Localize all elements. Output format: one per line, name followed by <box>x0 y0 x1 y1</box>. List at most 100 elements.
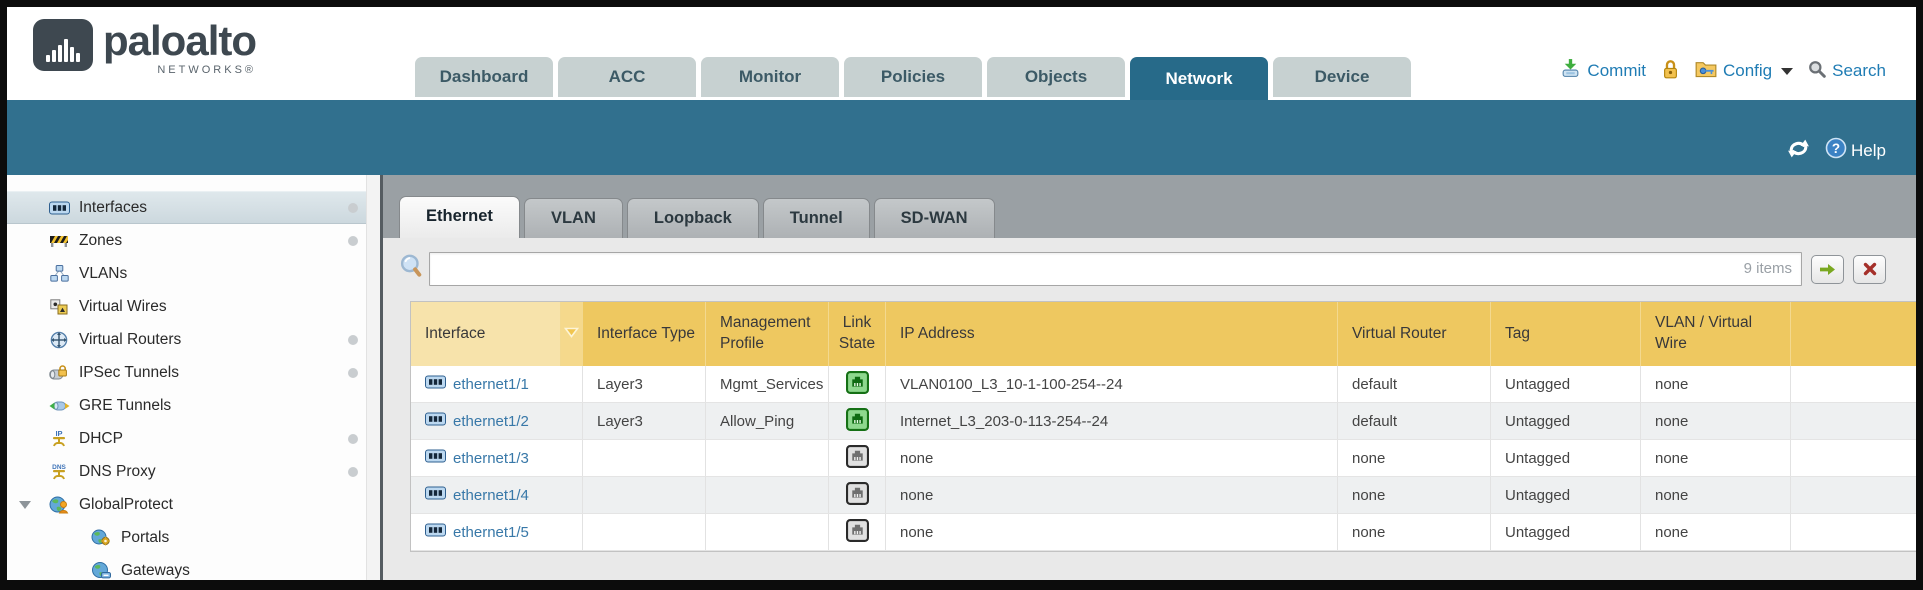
subtab-vlan[interactable]: VLAN <box>524 198 623 238</box>
app-window: paloalto NETWORKS® DashboardACCMonitorPo… <box>0 0 1923 590</box>
tab-policies[interactable]: Policies <box>844 57 982 97</box>
sidebar-item-globalprotect[interactable]: GlobalProtect <box>7 488 380 521</box>
link-up-icon[interactable] <box>846 371 869 398</box>
expander-triangle-icon[interactable] <box>19 501 31 509</box>
cell-vr: none <box>1338 514 1491 550</box>
cell-mgmt: Allow_Ping <box>706 403 829 439</box>
cell-type <box>583 514 706 550</box>
ipsec-tunnels-icon <box>47 364 71 382</box>
sidebar-item-gateways[interactable]: Gateways <box>7 554 380 580</box>
cell-tag: Untagged <box>1491 366 1641 402</box>
cell-vr: default <box>1338 366 1491 402</box>
search-button[interactable]: Search <box>1808 60 1886 83</box>
portals-icon <box>89 529 113 547</box>
tab-objects[interactable]: Objects <box>987 57 1125 97</box>
interface-link[interactable]: ethernet1/3 <box>453 450 529 467</box>
cell-ip: VLAN0100_L3_10-1-100-254--24 <box>886 366 1338 402</box>
tab-device[interactable]: Device <box>1273 57 1411 97</box>
interface-link[interactable]: ethernet1/1 <box>453 376 529 393</box>
sidebar-item-gre-tunnels[interactable]: GRE Tunnels <box>7 389 380 422</box>
globalprotect-icon <box>47 496 71 514</box>
tab-acc[interactable]: ACC <box>558 57 696 97</box>
items-count: 9 items <box>1744 260 1792 277</box>
cell-ip: none <box>886 440 1338 476</box>
ethernet-icon <box>425 486 446 504</box>
sidebar-item-virtual-routers[interactable]: Virtual Routers <box>7 323 380 356</box>
tab-monitor[interactable]: Monitor <box>701 57 839 97</box>
help-button[interactable]: ? Help <box>1825 137 1886 164</box>
config-menu[interactable]: Config <box>1695 59 1793 83</box>
table-row-ethernet1-5: ethernet1/5nonenoneUntaggednone <box>411 514 1916 551</box>
column-header-ip-address[interactable]: IP Address <box>886 302 1338 366</box>
sidebar-item-label: Virtual Routers <box>79 331 181 349</box>
cell-link <box>829 366 886 402</box>
sidebar-item-zones[interactable]: Zones <box>7 224 380 257</box>
commit-icon <box>1560 58 1581 84</box>
sidebar-item-dns-proxy[interactable]: DNSDNS Proxy <box>7 455 380 488</box>
network-sidebar: InterfacesZonesVLANsVirtual Wires Virtual… <box>7 175 383 580</box>
table-row-ethernet1-1: ethernet1/1Layer3Mgmt_ServicesVLAN0100_L… <box>411 366 1916 403</box>
cell-ip: none <box>886 477 1338 513</box>
sidebar-item-portals[interactable]: Portals <box>7 521 380 554</box>
header-utilities: Commit Config Search <box>1560 58 1886 84</box>
subtab-loopback[interactable]: Loopback <box>627 198 759 238</box>
search-icon <box>1808 60 1826 83</box>
cell-tag: Untagged <box>1491 440 1641 476</box>
tab-dashboard[interactable]: Dashboard <box>415 57 553 97</box>
cell-tag: Untagged <box>1491 477 1641 513</box>
sidebar-item-vlans[interactable]: VLANs <box>7 257 380 290</box>
vlans-icon <box>47 265 71 283</box>
filter-magnifier-icon <box>399 254 423 285</box>
column-header-label: Virtual Router <box>1352 324 1446 345</box>
column-header-virtual-router[interactable]: Virtual Router <box>1338 302 1491 366</box>
tab-network[interactable]: Network <box>1130 57 1268 100</box>
filter-input[interactable] <box>429 252 1802 286</box>
sidebar-item-dhcp[interactable]: IPDHCP <box>7 422 380 455</box>
status-dot <box>348 203 358 213</box>
link-down-icon[interactable] <box>846 519 869 546</box>
chevron-down-icon <box>1781 68 1793 75</box>
table-row-ethernet1-3: ethernet1/3nonenoneUntaggednone <box>411 440 1916 477</box>
column-header-interface[interactable]: Interface <box>411 302 561 366</box>
sort-down-icon <box>564 325 579 343</box>
column-header-vlan-virtual-wire[interactable]: VLAN / Virtual Wire <box>1641 302 1791 366</box>
column-header-tag[interactable]: Tag <box>1491 302 1641 366</box>
sidebar-item-virtual-wires[interactable]: Virtual Wires <box>7 290 380 323</box>
subtab-tunnel[interactable]: Tunnel <box>763 198 870 238</box>
interface-link[interactable]: ethernet1/4 <box>453 487 529 504</box>
main-panel: EthernetVLANLoopbackTunnelSD-WAN 9 items <box>383 175 1916 580</box>
sidebar-item-label: DHCP <box>79 430 123 448</box>
apply-filter-button[interactable] <box>1811 255 1844 284</box>
interface-sort-dropdown[interactable] <box>561 302 583 366</box>
cell-vlan: none <box>1641 366 1791 402</box>
interfaces-table: Interface Interface Type Management Profil… <box>410 301 1916 552</box>
column-header-label: Management Profile <box>720 313 818 355</box>
status-dot <box>348 467 358 477</box>
refresh-icon[interactable] <box>1786 138 1811 164</box>
column-header-management-profile[interactable]: Management Profile <box>706 302 829 366</box>
link-down-icon[interactable] <box>846 445 869 472</box>
gateways-icon <box>89 562 113 580</box>
column-header-link-state[interactable]: Link State <box>829 302 886 366</box>
link-down-icon[interactable] <box>846 482 869 509</box>
interface-link[interactable]: ethernet1/5 <box>453 524 529 541</box>
link-up-icon[interactable] <box>846 408 869 435</box>
clear-filter-button[interactable] <box>1853 255 1886 284</box>
lock-icon[interactable] <box>1661 59 1680 84</box>
ethernet-icon <box>425 449 446 467</box>
column-header-interface-type[interactable]: Interface Type <box>583 302 706 366</box>
interface-link[interactable]: ethernet1/2 <box>453 413 529 430</box>
sidebar-item-interfaces[interactable]: Interfaces <box>7 191 380 224</box>
help-label: Help <box>1851 141 1886 161</box>
interfaces-icon <box>47 199 71 217</box>
subtab-sd-wan[interactable]: SD-WAN <box>874 198 995 238</box>
subtab-ethernet[interactable]: Ethernet <box>399 196 520 238</box>
cell-type <box>583 477 706 513</box>
brand-name: paloalto <box>103 19 256 63</box>
commit-button[interactable]: Commit <box>1560 58 1646 84</box>
column-header-filler <box>1791 302 1916 366</box>
brand-text: paloalto NETWORKS® <box>103 19 256 76</box>
paloalto-logo-icon <box>33 19 93 71</box>
cell-filler <box>1791 366 1916 402</box>
sidebar-item-ipsec-tunnels[interactable]: IPSec Tunnels <box>7 356 380 389</box>
